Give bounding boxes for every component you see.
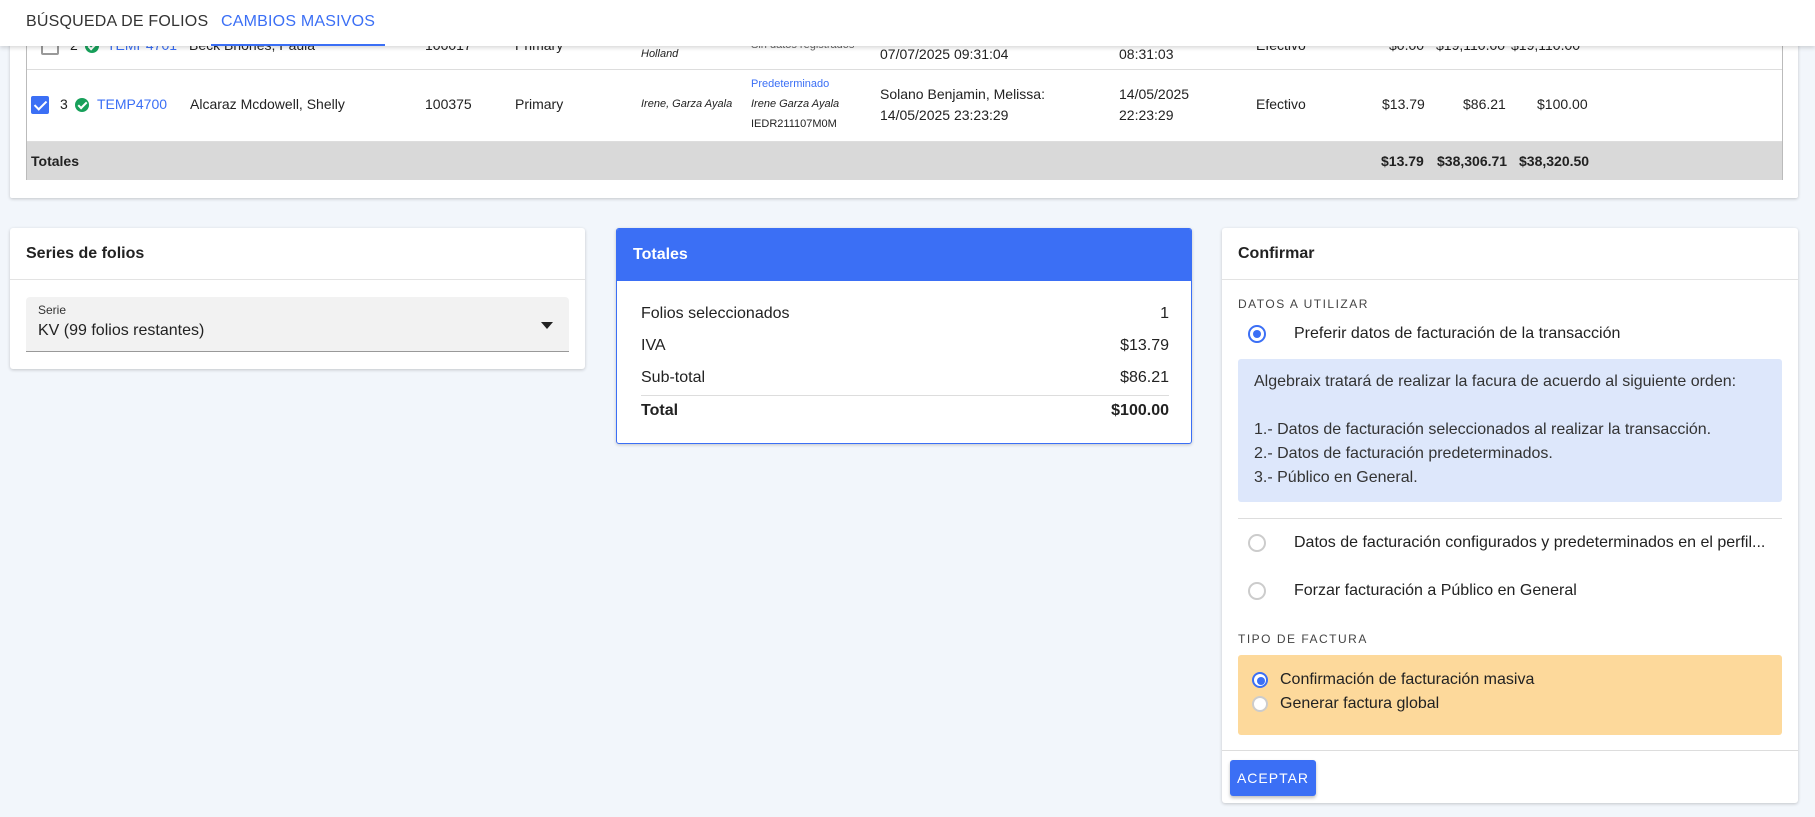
info-step-3: 3.- Público en General. bbox=[1254, 469, 1418, 486]
option-transaction-radio[interactable] bbox=[1248, 325, 1266, 343]
totals-line-iva: IVA $13.79 bbox=[641, 337, 1169, 355]
time: 08:31:03 bbox=[1119, 46, 1174, 62]
invoice-type-box: Confirmación de facturación masiva Gener… bbox=[1238, 655, 1782, 735]
invoice-global-radio[interactable] bbox=[1252, 696, 1268, 712]
time: 22:23:29 bbox=[1119, 107, 1174, 123]
series-card: Series de folios Serie KV (99 folios res… bbox=[10, 228, 585, 369]
subtotal-value: $86.21 bbox=[1463, 96, 1506, 112]
client-name: Alcaraz Mcdowell, Shelly bbox=[190, 96, 345, 112]
option-profile-radio[interactable] bbox=[1248, 534, 1266, 552]
divider bbox=[1238, 518, 1782, 519]
totals-line-total: Total $100.00 bbox=[641, 402, 1169, 420]
info-step-2: 2.- Datos de facturación predeterminados… bbox=[1254, 445, 1553, 462]
data-section-label: DATOS A UTILIZAR bbox=[1238, 297, 1369, 311]
confirm-card: Confirmar DATOS A UTILIZAR Preferir dato… bbox=[1222, 228, 1798, 803]
billing-rfc: IEDR211107M0M bbox=[751, 118, 837, 130]
serie-select-value: KV (99 folios restantes) bbox=[38, 322, 205, 339]
series-card-title: Series de folios bbox=[10, 228, 585, 280]
billing-name: Irene, Garza Ayala bbox=[641, 98, 733, 110]
totals-line-folios: Folios seleccionados 1 bbox=[641, 305, 1169, 323]
client-number: 100375 bbox=[425, 96, 472, 112]
divider bbox=[1222, 750, 1798, 751]
totals-line-label: Sub-total bbox=[641, 369, 706, 386]
payment-method: Efectivo bbox=[1256, 96, 1306, 112]
totals-line-value: $13.79 bbox=[1120, 337, 1169, 354]
billing-default-badge: Predeterminado bbox=[751, 78, 830, 90]
option-public-label[interactable]: Forzar facturación a Público en General bbox=[1294, 582, 1577, 600]
totals-label: Totales bbox=[31, 153, 79, 169]
option-profile-label[interactable]: Datos de facturación configurados y pred… bbox=[1294, 534, 1765, 552]
row-index: 3 bbox=[60, 96, 68, 112]
totals-card-title: Totales bbox=[617, 229, 1191, 281]
tab-cambios-masivos[interactable]: CAMBIOS MASIVOS bbox=[211, 0, 386, 46]
date: 14/05/2025 bbox=[1119, 86, 1190, 102]
folio-link[interactable]: TEMP4700 bbox=[97, 96, 167, 112]
totals-iva: $13.79 bbox=[1381, 153, 1424, 169]
invoice-type-label: TIPO DE FACTURA bbox=[1238, 632, 1368, 646]
totals-line-label: Folios seleccionados bbox=[641, 305, 790, 322]
totals-line-label: IVA bbox=[641, 337, 666, 354]
info-step-1: 1.- Datos de facturación seleccionados a… bbox=[1254, 421, 1712, 438]
invoice-masiva-radio[interactable] bbox=[1252, 672, 1268, 688]
totals-line-value: $86.21 bbox=[1120, 369, 1169, 386]
option-public-radio[interactable] bbox=[1248, 582, 1266, 600]
totals-line-label: Total bbox=[641, 402, 679, 419]
totals-line-subtotal: Sub-total $86.21 bbox=[641, 369, 1169, 387]
confirm-card-title: Confirmar bbox=[1222, 228, 1798, 280]
totals-subtotal: $38,306.71 bbox=[1437, 153, 1508, 169]
registered-by: Solano Benjamin, Melissa: bbox=[880, 86, 1045, 102]
invoice-masiva-label[interactable]: Confirmación de facturación masiva bbox=[1280, 671, 1534, 689]
option-transaction-label[interactable]: Preferir datos de facturación de la tran… bbox=[1294, 325, 1620, 343]
serie-select[interactable]: Serie KV (99 folios restantes) bbox=[26, 297, 569, 352]
registered-date: 07/07/2025 09:31:04 bbox=[880, 46, 1009, 62]
totals-divider bbox=[641, 395, 1169, 396]
row-checkbox[interactable] bbox=[31, 96, 49, 114]
totals-total: $38,320.50 bbox=[1519, 153, 1590, 169]
tab-bar: BÚSQUEDA DE FOLIOS CAMBIOS MASIVOS bbox=[0, 0, 1815, 46]
billing-order-info: Algebraix tratará de realizar la facura … bbox=[1238, 359, 1782, 502]
chevron-down-icon[interactable] bbox=[541, 322, 553, 329]
client-type: Primary bbox=[515, 96, 564, 112]
totals-card: Totales Folios seleccionados 1 IVA $13.7… bbox=[616, 228, 1192, 444]
billing-default-name: Irene Garza Ayala bbox=[751, 98, 840, 110]
table-totals-row: Totales $13.79 $38,306.71 $38,320.50 bbox=[27, 142, 1782, 180]
invoice-global-label[interactable]: Generar factura global bbox=[1280, 695, 1439, 713]
table-row: 3 TEMP4700 Alcaraz Mcdowell, Shelly 1003… bbox=[27, 70, 1782, 142]
totals-line-value: 1 bbox=[1160, 305, 1169, 322]
totals-line-value: $100.00 bbox=[1111, 402, 1169, 419]
check-circle-icon bbox=[75, 98, 89, 112]
accept-button[interactable]: ACEPTAR bbox=[1230, 760, 1316, 796]
tab-busqueda-folios[interactable]: BÚSQUEDA DE FOLIOS bbox=[16, 0, 218, 46]
serie-select-label: Serie bbox=[38, 303, 67, 317]
iva-value: $13.79 bbox=[1382, 96, 1425, 112]
registered-date: 14/05/2025 23:23:29 bbox=[880, 107, 1009, 123]
total-value: $100.00 bbox=[1537, 96, 1588, 112]
folios-table-card: 2 TEMP4701 Beck Briones, Paula 100017 Pr… bbox=[10, 20, 1798, 198]
billing-name: Holland bbox=[641, 48, 679, 60]
info-intro: Algebraix tratará de realizar la facura … bbox=[1254, 373, 1737, 390]
